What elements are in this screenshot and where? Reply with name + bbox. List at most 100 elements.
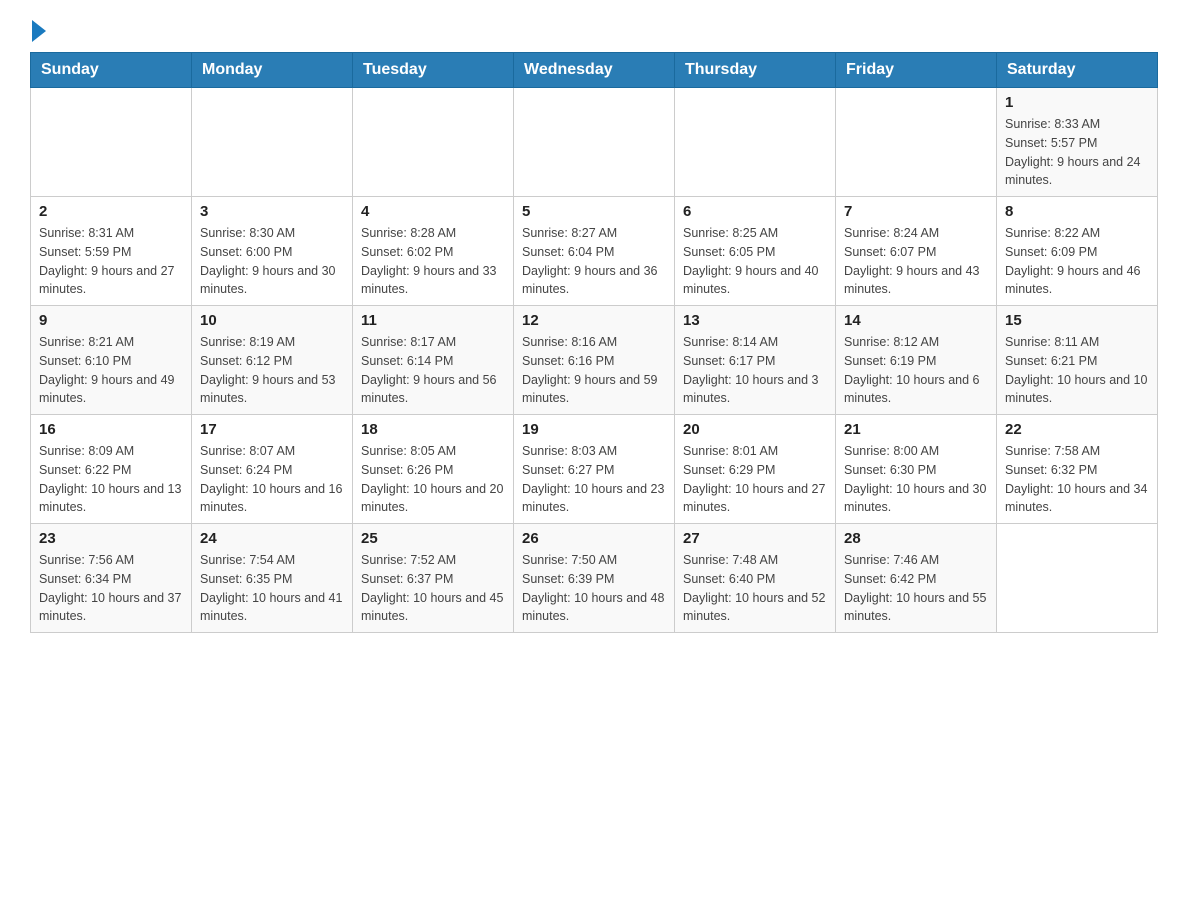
calendar-header: SundayMondayTuesdayWednesdayThursdayFrid… <box>31 53 1158 88</box>
calendar-week-row: 1 Sunrise: 8:33 AMSunset: 5:57 PMDaylight… <box>31 88 1158 197</box>
day-number: 25 <box>361 530 505 547</box>
calendar-cell: 23 Sunrise: 7:56 AMSunset: 6:34 PMDayligh… <box>31 524 192 633</box>
calendar-cell <box>675 88 836 197</box>
calendar-cell: 11 Sunrise: 8:17 AMSunset: 6:14 PMDayligh… <box>353 306 514 415</box>
day-info: Sunrise: 7:48 AMSunset: 6:40 PMDaylight:… <box>683 551 827 626</box>
calendar-cell: 19 Sunrise: 8:03 AMSunset: 6:27 PMDayligh… <box>514 415 675 524</box>
calendar-cell: 16 Sunrise: 8:09 AMSunset: 6:22 PMDayligh… <box>31 415 192 524</box>
calendar-cell: 24 Sunrise: 7:54 AMSunset: 6:35 PMDayligh… <box>192 524 353 633</box>
day-number: 11 <box>361 312 505 329</box>
day-number: 27 <box>683 530 827 547</box>
day-number: 19 <box>522 421 666 438</box>
calendar-cell: 7 Sunrise: 8:24 AMSunset: 6:07 PMDaylight… <box>836 197 997 306</box>
day-number: 2 <box>39 203 183 220</box>
day-info: Sunrise: 8:03 AMSunset: 6:27 PMDaylight:… <box>522 442 666 517</box>
logo-triangle-icon <box>32 20 46 42</box>
day-number: 5 <box>522 203 666 220</box>
day-info: Sunrise: 8:11 AMSunset: 6:21 PMDaylight:… <box>1005 333 1149 408</box>
day-info: Sunrise: 8:09 AMSunset: 6:22 PMDaylight:… <box>39 442 183 517</box>
calendar-cell <box>997 524 1158 633</box>
calendar-cell <box>353 88 514 197</box>
day-info: Sunrise: 8:14 AMSunset: 6:17 PMDaylight:… <box>683 333 827 408</box>
day-number: 8 <box>1005 203 1149 220</box>
day-info: Sunrise: 8:30 AMSunset: 6:00 PMDaylight:… <box>200 224 344 299</box>
calendar-cell: 5Sunrise: 8:27 AMSunset: 6:04 PMDaylight… <box>514 197 675 306</box>
day-info: Sunrise: 8:00 AMSunset: 6:30 PMDaylight:… <box>844 442 988 517</box>
day-info: Sunrise: 8:24 AMSunset: 6:07 PMDaylight:… <box>844 224 988 299</box>
calendar-cell: 4Sunrise: 8:28 AMSunset: 6:02 PMDaylight… <box>353 197 514 306</box>
day-number: 23 <box>39 530 183 547</box>
day-number: 24 <box>200 530 344 547</box>
day-info: Sunrise: 8:05 AMSunset: 6:26 PMDaylight:… <box>361 442 505 517</box>
calendar-cell: 8 Sunrise: 8:22 AMSunset: 6:09 PMDaylight… <box>997 197 1158 306</box>
day-number: 20 <box>683 421 827 438</box>
calendar-cell <box>836 88 997 197</box>
calendar-cell: 1 Sunrise: 8:33 AMSunset: 5:57 PMDaylight… <box>997 88 1158 197</box>
weekday-header-wednesday: Wednesday <box>514 53 675 88</box>
day-info: Sunrise: 7:46 AMSunset: 6:42 PMDaylight:… <box>844 551 988 626</box>
page-header <box>30 20 1158 42</box>
weekday-header-monday: Monday <box>192 53 353 88</box>
day-number: 18 <box>361 421 505 438</box>
day-number: 4 <box>361 203 505 220</box>
day-info: Sunrise: 8:19 AMSunset: 6:12 PMDaylight:… <box>200 333 344 408</box>
weekday-header-sunday: Sunday <box>31 53 192 88</box>
day-number: 12 <box>522 312 666 329</box>
calendar-week-row: 23 Sunrise: 7:56 AMSunset: 6:34 PMDayligh… <box>31 524 1158 633</box>
day-number: 7 <box>844 203 988 220</box>
day-number: 28 <box>844 530 988 547</box>
day-number: 13 <box>683 312 827 329</box>
calendar-cell <box>31 88 192 197</box>
weekday-header-friday: Friday <box>836 53 997 88</box>
calendar-cell: 14 Sunrise: 8:12 AMSunset: 6:19 PMDayligh… <box>836 306 997 415</box>
calendar-cell: 25 Sunrise: 7:52 AMSunset: 6:37 PMDayligh… <box>353 524 514 633</box>
day-info: Sunrise: 7:56 AMSunset: 6:34 PMDaylight:… <box>39 551 183 626</box>
day-number: 17 <box>200 421 344 438</box>
day-number: 15 <box>1005 312 1149 329</box>
day-info: Sunrise: 7:58 AMSunset: 6:32 PMDaylight:… <box>1005 442 1149 517</box>
calendar-cell: 12 Sunrise: 8:16 AMSunset: 6:16 PMDayligh… <box>514 306 675 415</box>
day-number: 26 <box>522 530 666 547</box>
calendar-cell <box>514 88 675 197</box>
calendar-cell: 17 Sunrise: 8:07 AMSunset: 6:24 PMDayligh… <box>192 415 353 524</box>
day-number: 3 <box>200 203 344 220</box>
day-info: Sunrise: 8:16 AMSunset: 6:16 PMDaylight:… <box>522 333 666 408</box>
calendar-cell: 20 Sunrise: 8:01 AMSunset: 6:29 PMDayligh… <box>675 415 836 524</box>
calendar-cell: 28 Sunrise: 7:46 AMSunset: 6:42 PMDayligh… <box>836 524 997 633</box>
calendar-cell: 10 Sunrise: 8:19 AMSunset: 6:12 PMDayligh… <box>192 306 353 415</box>
day-number: 9 <box>39 312 183 329</box>
day-info: Sunrise: 8:17 AMSunset: 6:14 PMDaylight:… <box>361 333 505 408</box>
calendar-cell: 27 Sunrise: 7:48 AMSunset: 6:40 PMDayligh… <box>675 524 836 633</box>
calendar-cell: 22Sunrise: 7:58 AMSunset: 6:32 PMDayligh… <box>997 415 1158 524</box>
weekday-header-saturday: Saturday <box>997 53 1158 88</box>
day-info: Sunrise: 8:31 AMSunset: 5:59 PMDaylight:… <box>39 224 183 299</box>
day-info: Sunrise: 8:33 AMSunset: 5:57 PMDaylight:… <box>1005 115 1149 190</box>
day-info: Sunrise: 8:21 AMSunset: 6:10 PMDaylight:… <box>39 333 183 408</box>
calendar-week-row: 16 Sunrise: 8:09 AMSunset: 6:22 PMDayligh… <box>31 415 1158 524</box>
calendar-cell: 21 Sunrise: 8:00 AMSunset: 6:30 PMDayligh… <box>836 415 997 524</box>
day-info: Sunrise: 7:52 AMSunset: 6:37 PMDaylight:… <box>361 551 505 626</box>
day-info: Sunrise: 7:54 AMSunset: 6:35 PMDaylight:… <box>200 551 344 626</box>
calendar-cell: 18 Sunrise: 8:05 AMSunset: 6:26 PMDayligh… <box>353 415 514 524</box>
calendar-body: 1 Sunrise: 8:33 AMSunset: 5:57 PMDaylight… <box>31 88 1158 633</box>
weekday-header-row: SundayMondayTuesdayWednesdayThursdayFrid… <box>31 53 1158 88</box>
day-info: Sunrise: 8:12 AMSunset: 6:19 PMDaylight:… <box>844 333 988 408</box>
day-number: 1 <box>1005 94 1149 111</box>
weekday-header-thursday: Thursday <box>675 53 836 88</box>
day-info: Sunrise: 8:07 AMSunset: 6:24 PMDaylight:… <box>200 442 344 517</box>
day-info: Sunrise: 8:22 AMSunset: 6:09 PMDaylight:… <box>1005 224 1149 299</box>
day-info: Sunrise: 8:25 AMSunset: 6:05 PMDaylight:… <box>683 224 827 299</box>
calendar-cell: 15 Sunrise: 8:11 AMSunset: 6:21 PMDayligh… <box>997 306 1158 415</box>
day-number: 21 <box>844 421 988 438</box>
day-info: Sunrise: 7:50 AMSunset: 6:39 PMDaylight:… <box>522 551 666 626</box>
day-number: 14 <box>844 312 988 329</box>
calendar-cell: 9 Sunrise: 8:21 AMSunset: 6:10 PMDaylight… <box>31 306 192 415</box>
weekday-header-tuesday: Tuesday <box>353 53 514 88</box>
calendar-cell: 6Sunrise: 8:25 AMSunset: 6:05 PMDaylight… <box>675 197 836 306</box>
day-number: 10 <box>200 312 344 329</box>
day-info: Sunrise: 8:01 AMSunset: 6:29 PMDaylight:… <box>683 442 827 517</box>
calendar-cell: 26 Sunrise: 7:50 AMSunset: 6:39 PMDayligh… <box>514 524 675 633</box>
day-number: 16 <box>39 421 183 438</box>
calendar-cell: 2 Sunrise: 8:31 AMSunset: 5:59 PMDaylight… <box>31 197 192 306</box>
calendar-cell <box>192 88 353 197</box>
